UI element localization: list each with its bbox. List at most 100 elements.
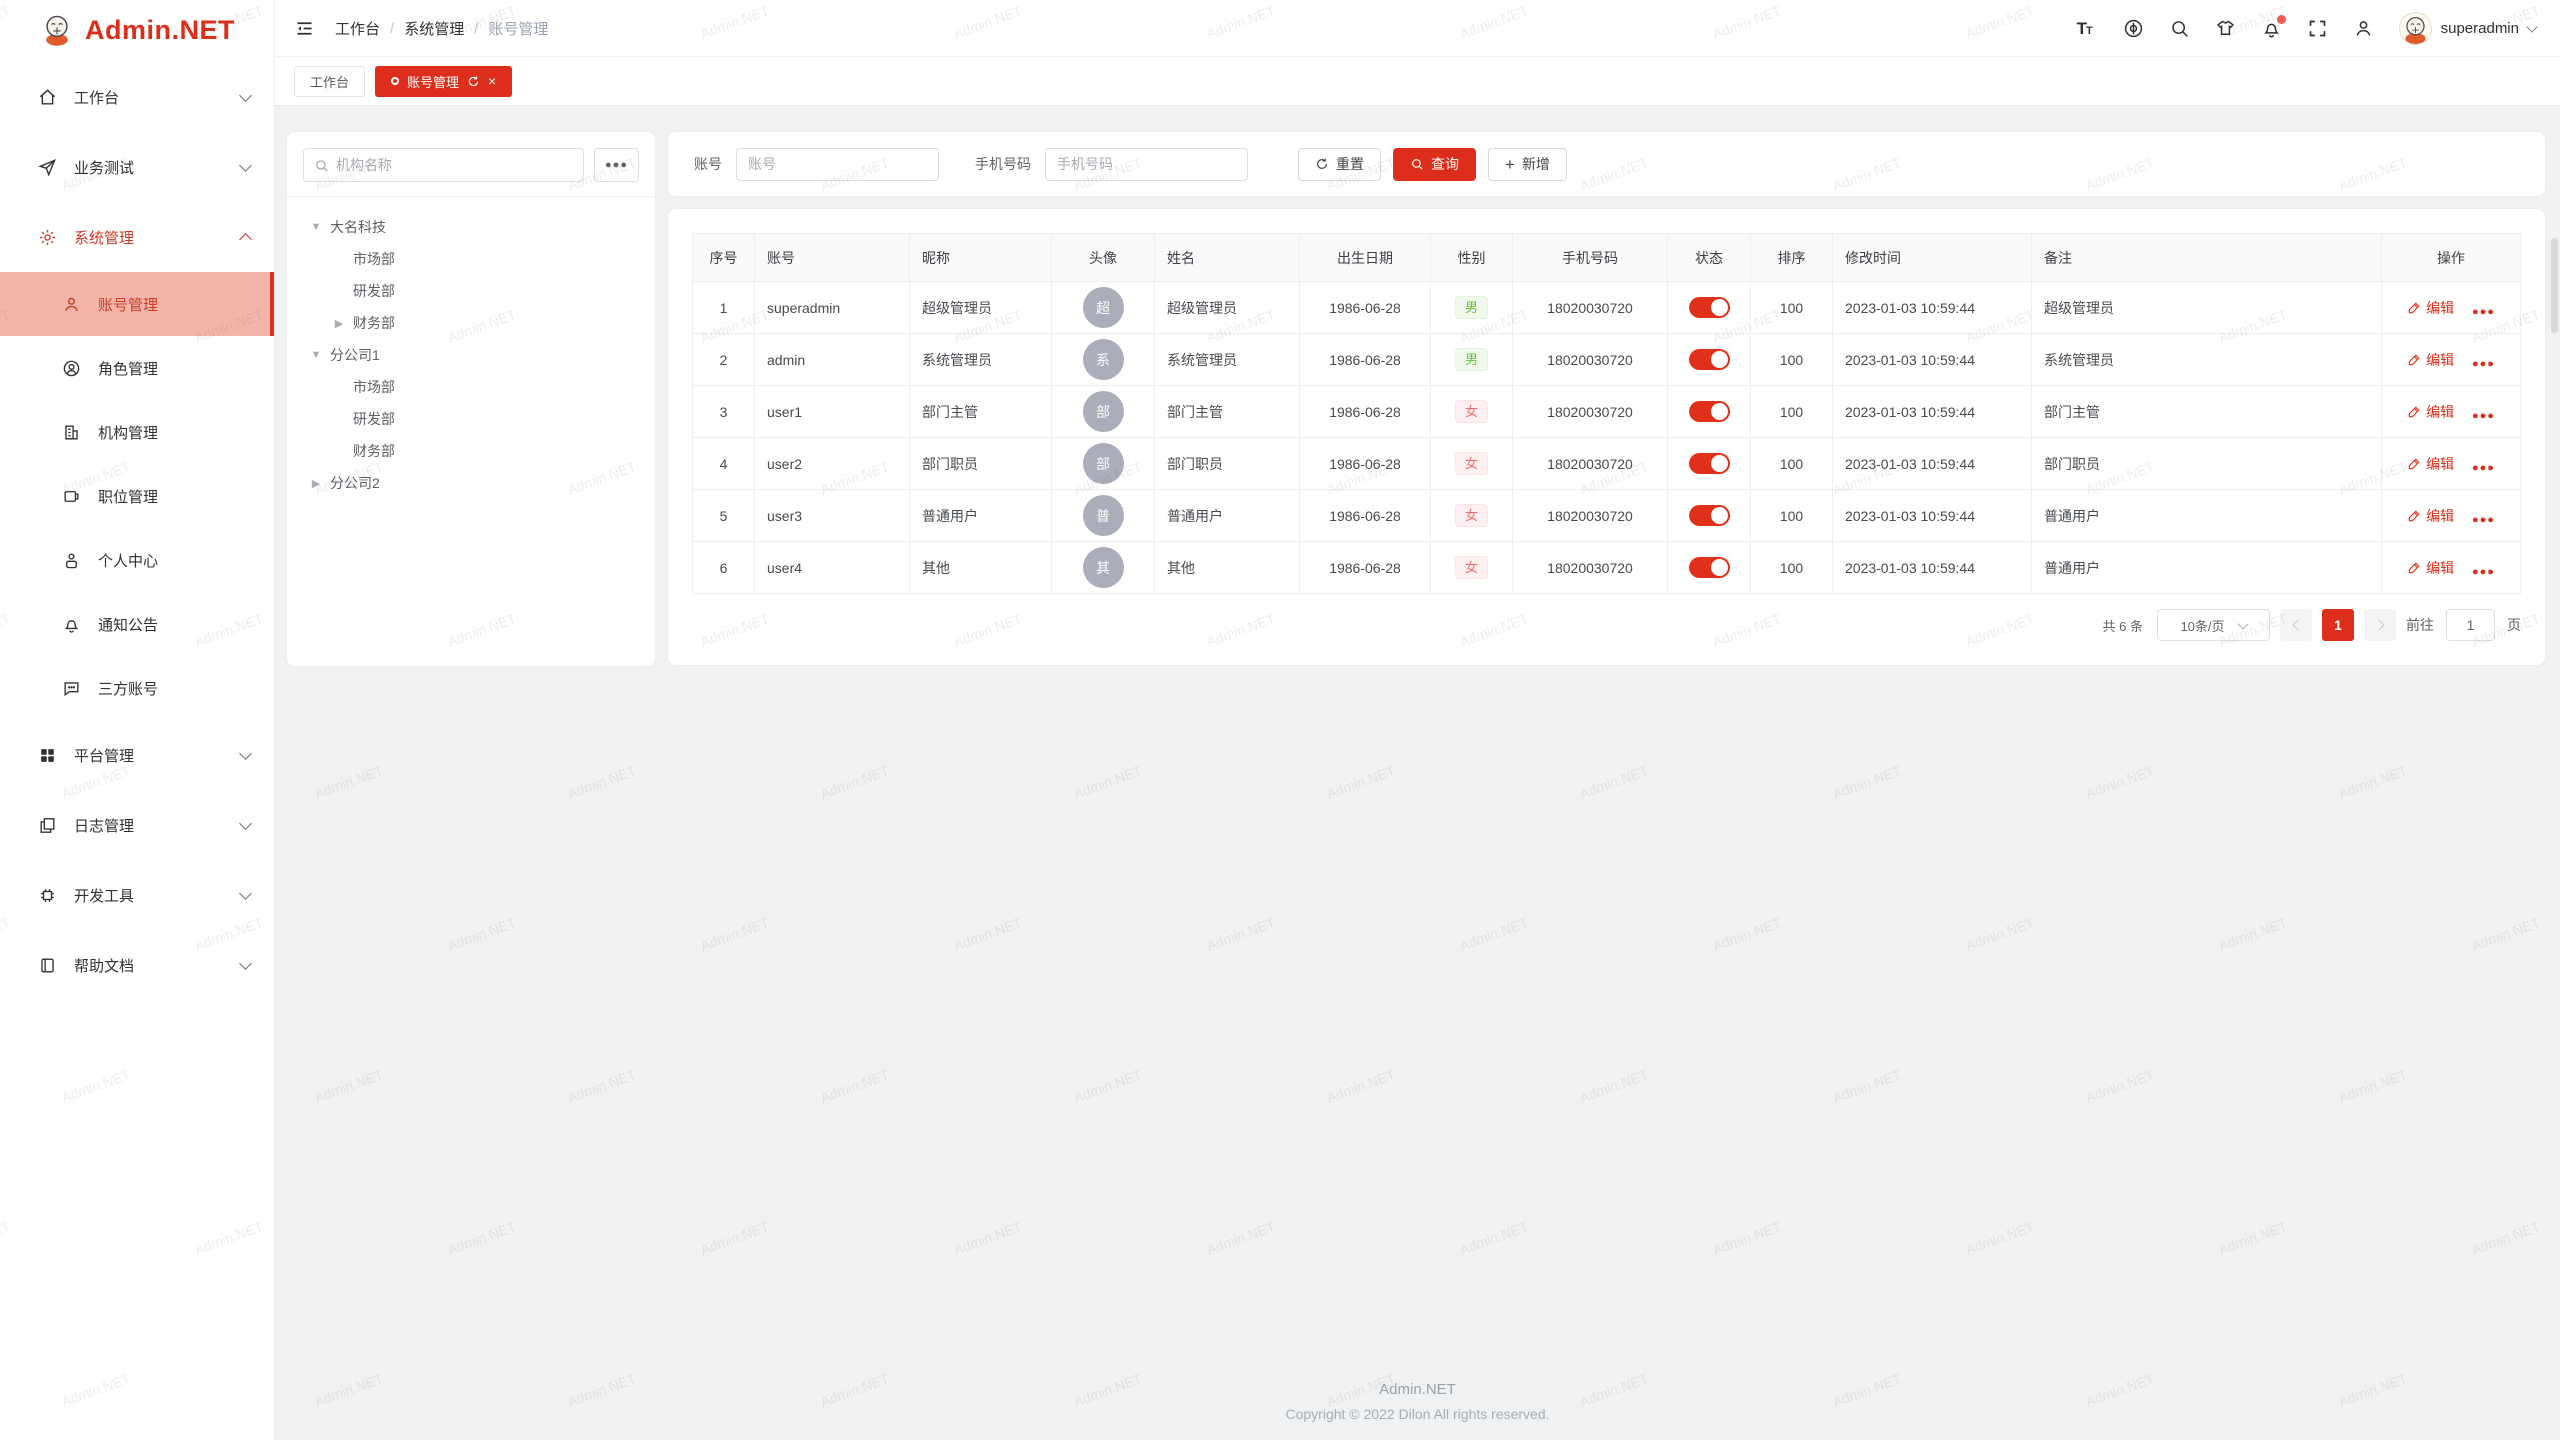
edit-button[interactable]: 编辑 xyxy=(2407,350,2454,370)
phone-input[interactable] xyxy=(1045,148,1248,181)
tree-node[interactable]: 市场部 xyxy=(295,371,647,403)
prev-page-button[interactable] xyxy=(2280,609,2312,641)
status-toggle[interactable] xyxy=(1689,401,1730,422)
caret-right-icon[interactable]: ▶ xyxy=(307,477,325,490)
avatar: 部 xyxy=(1083,443,1124,484)
sidebar-item-thirdparty-account[interactable]: 三方账号 xyxy=(0,656,274,720)
collapse-sidebar-icon[interactable] xyxy=(294,18,315,39)
cell-phone: 18020030720 xyxy=(1513,490,1668,542)
edit-button[interactable]: 编辑 xyxy=(2407,298,2454,318)
add-button[interactable]: + 新增 xyxy=(1488,148,1567,181)
caret-down-icon[interactable]: ▼ xyxy=(307,221,325,233)
org-more-button[interactable]: ●●● xyxy=(594,148,639,182)
tab-workbench[interactable]: 工作台 xyxy=(294,66,365,97)
chevron-down-icon xyxy=(239,747,252,760)
row-more-button[interactable]: ●●● xyxy=(2472,306,2495,318)
sidebar-item-position-mgmt[interactable]: 职位管理 xyxy=(0,464,274,528)
status-toggle[interactable] xyxy=(1689,557,1730,578)
tree-node[interactable]: 研发部 xyxy=(295,275,647,307)
edit-button[interactable]: 编辑 xyxy=(2407,558,2454,578)
sidebar-item-account-mgmt[interactable]: 账号管理 xyxy=(0,272,274,336)
tree-node-root[interactable]: ▶分公司2 xyxy=(295,467,647,499)
sidebar-item-business-test[interactable]: 业务测试 xyxy=(0,132,274,202)
table-row: 3 user1 部门主管 部 部门主管 1986-06-28 女 1802003… xyxy=(693,386,2521,438)
breadcrumb-workbench[interactable]: 工作台 xyxy=(335,18,380,39)
scrollbar-thumb[interactable] xyxy=(2551,238,2558,333)
tree-node[interactable]: 研发部 xyxy=(295,403,647,435)
row-more-button[interactable]: ●●● xyxy=(2472,514,2495,526)
edit-pencil-icon xyxy=(2407,457,2421,471)
app-logo[interactable]: Admin.NET xyxy=(0,0,274,60)
caret-down-icon[interactable]: ▼ xyxy=(307,349,325,361)
profile-icon[interactable] xyxy=(2353,18,2374,39)
tree-node[interactable]: 市场部 xyxy=(295,243,647,275)
cell-status xyxy=(1668,438,1751,490)
sidebar-item-platform-mgmt[interactable]: 平台管理 xyxy=(0,720,274,790)
tree-node-root[interactable]: ▼大名科技 xyxy=(295,211,647,243)
status-toggle[interactable] xyxy=(1689,297,1730,318)
user-menu[interactable]: superadmin xyxy=(2399,12,2536,45)
cell-gender: 男 xyxy=(1431,334,1513,386)
edit-button[interactable]: 编辑 xyxy=(2407,402,2454,422)
chevron-down-icon xyxy=(239,957,252,970)
status-toggle[interactable] xyxy=(1689,505,1730,526)
sidebar-item-system-mgmt[interactable]: 系统管理 xyxy=(0,202,274,272)
col-name: 姓名 xyxy=(1155,234,1300,282)
search-icon[interactable] xyxy=(2169,18,2190,39)
status-toggle[interactable] xyxy=(1689,349,1730,370)
notification-bell-icon[interactable] xyxy=(2261,18,2282,39)
chevron-right-icon xyxy=(2373,619,2384,630)
language-icon[interactable] xyxy=(2123,18,2144,39)
row-more-button[interactable]: ●●● xyxy=(2472,462,2495,474)
cell-status xyxy=(1668,490,1751,542)
cell-avatar: 部 xyxy=(1052,386,1155,438)
sidebar-item-org-mgmt[interactable]: 机构管理 xyxy=(0,400,274,464)
tree-node[interactable]: 财务部 xyxy=(295,435,647,467)
sidebar-item-log-mgmt[interactable]: 日志管理 xyxy=(0,790,274,860)
edit-button[interactable]: 编辑 xyxy=(2407,454,2454,474)
gender-badge: 女 xyxy=(1455,556,1488,580)
reset-button[interactable]: 重置 xyxy=(1298,148,1381,181)
search-button[interactable]: 查询 xyxy=(1393,148,1476,181)
row-more-button[interactable]: ●●● xyxy=(2472,566,2495,578)
next-page-button[interactable] xyxy=(2364,609,2396,641)
user-avatar xyxy=(2399,12,2432,45)
cell-gender: 女 xyxy=(1431,386,1513,438)
row-more-button[interactable]: ●●● xyxy=(2472,410,2495,422)
breadcrumb-separator: / xyxy=(390,20,394,37)
sidebar-item-help-docs[interactable]: 帮助文档 xyxy=(0,930,274,1000)
goto-page-input[interactable] xyxy=(2446,609,2495,641)
sidebar-item-profile-center[interactable]: 个人中心 xyxy=(0,528,274,592)
gender-badge: 男 xyxy=(1455,348,1488,372)
cell-name: 部门职员 xyxy=(1155,438,1300,490)
cell-index: 4 xyxy=(693,438,755,490)
breadcrumb-system-mgmt[interactable]: 系统管理 xyxy=(404,18,464,39)
cell-remark: 部门职员 xyxy=(2032,438,2382,490)
chevron-down-icon xyxy=(239,817,252,830)
theme-icon[interactable] xyxy=(2215,18,2236,39)
page-size-select[interactable]: 10条/页 xyxy=(2157,609,2270,641)
tab-account-mgmt[interactable]: 账号管理 × xyxy=(375,66,512,97)
sidebar-item-workbench[interactable]: 工作台 xyxy=(0,62,274,132)
sidebar-item-dev-tools[interactable]: 开发工具 xyxy=(0,860,274,930)
cell-gender: 女 xyxy=(1431,490,1513,542)
avatar: 其 xyxy=(1083,547,1124,588)
close-tab-icon[interactable]: × xyxy=(488,74,496,88)
page-number-button[interactable]: 1 xyxy=(2322,609,2354,641)
cell-avatar: 部 xyxy=(1052,438,1155,490)
font-size-icon[interactable]: TT xyxy=(2077,18,2098,39)
account-input[interactable] xyxy=(736,148,939,181)
tree-node[interactable]: ▶财务部 xyxy=(295,307,647,339)
sidebar-item-notice[interactable]: 通知公告 xyxy=(0,592,274,656)
tree-node-root[interactable]: ▼分公司1 xyxy=(295,339,647,371)
sidebar-item-role-mgmt[interactable]: 角色管理 xyxy=(0,336,274,400)
caret-right-icon[interactable]: ▶ xyxy=(330,317,348,330)
cell-nickname: 其他 xyxy=(910,542,1052,594)
fullscreen-icon[interactable] xyxy=(2307,18,2328,39)
org-search-input[interactable] xyxy=(336,157,573,173)
row-more-button[interactable]: ●●● xyxy=(2472,358,2495,370)
status-toggle[interactable] xyxy=(1689,453,1730,474)
edit-button[interactable]: 编辑 xyxy=(2407,506,2454,526)
cell-remark: 超级管理员 xyxy=(2032,282,2382,334)
refresh-tab-icon[interactable] xyxy=(467,75,480,88)
